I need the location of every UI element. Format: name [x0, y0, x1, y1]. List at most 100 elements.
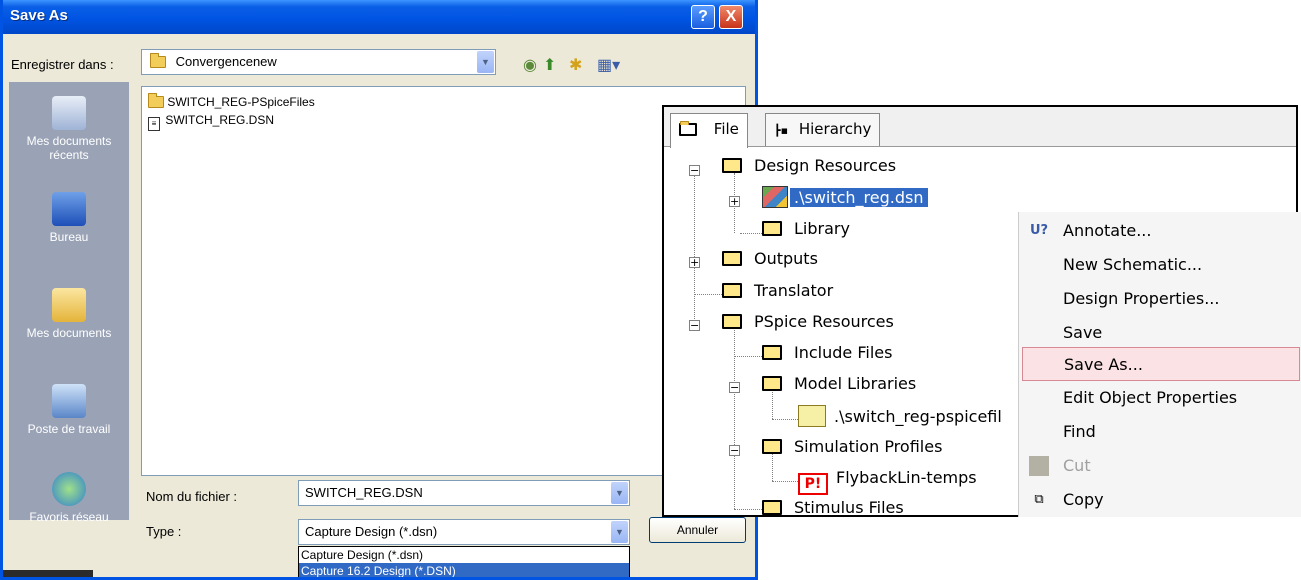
menu-item-label: Copy: [1063, 490, 1104, 509]
save-in-value: Convergencenew: [175, 54, 277, 69]
save-in-label: Enregistrer dans :: [11, 57, 114, 72]
type-value: Capture Design (*.dsn): [305, 524, 438, 539]
menu-item-design-properties[interactable]: Design Properties...: [1019, 282, 1301, 316]
chevron-down-icon[interactable]: ▼: [611, 482, 628, 504]
node-label: Outputs: [754, 249, 818, 268]
tree-node-stimulus-files[interactable]: Stimulus Files: [762, 497, 904, 517]
menu-item-label: Save: [1063, 323, 1103, 342]
up-folder-icon[interactable]: ⬆: [543, 55, 556, 75]
context-menu: U? Annotate... New Schematic... Design P…: [1018, 212, 1301, 517]
type-option[interactable]: Capture Design (*.dsn): [299, 547, 629, 563]
list-item[interactable]: SWITCH_REG-PSpiceFiles: [148, 93, 315, 109]
collapse-icon[interactable]: −: [729, 445, 740, 456]
tree-line: [694, 173, 695, 325]
tree-node-library[interactable]: Library: [762, 218, 850, 240]
place-label: Mes documents: [26, 326, 112, 340]
copy-icon: ⧉: [1034, 492, 1044, 507]
hierarchy-icon: ┣▪: [774, 124, 789, 137]
collapse-icon[interactable]: −: [689, 165, 700, 176]
node-label: Include Files: [794, 343, 893, 362]
tree-node-sim-profile[interactable]: P! FlybackLin-temps: [798, 467, 977, 495]
expand-icon[interactable]: +: [729, 196, 740, 207]
view-menu-icon[interactable]: ▦▾: [597, 55, 620, 75]
menu-item-label: Edit Object Properties: [1063, 388, 1238, 407]
menu-item-new-schematic[interactable]: New Schematic...: [1019, 248, 1301, 282]
save-in-dropdown[interactable]: Convergencenew ▼: [141, 49, 496, 75]
tree-node-design-file[interactable]: .\switch_reg.dsn: [762, 186, 928, 209]
place-label-line2: récents: [49, 148, 89, 162]
expand-icon[interactable]: +: [689, 257, 700, 268]
tree-line: [734, 327, 735, 509]
node-label: Library: [794, 219, 850, 238]
folder-icon: [722, 283, 742, 298]
folder-icon: [762, 221, 782, 236]
chevron-down-icon[interactable]: ▼: [477, 51, 494, 73]
menu-item-edit-object-properties[interactable]: Edit Object Properties: [1019, 381, 1301, 415]
place-label: Favoris réseau: [29, 510, 109, 524]
place-recent-documents[interactable]: Mes documents récents: [9, 96, 129, 162]
filename-input[interactable]: SWITCH_REG.DSN ▼: [298, 480, 630, 506]
menu-item-annotate[interactable]: U? Annotate...: [1019, 214, 1301, 248]
tree-line: [734, 509, 762, 510]
help-button[interactable]: ?: [691, 5, 715, 29]
menu-item-label: Save As...: [1064, 355, 1143, 374]
tree-node-simulation-profiles[interactable]: Simulation Profiles: [762, 436, 942, 458]
place-my-computer[interactable]: Poste de travail: [9, 384, 129, 436]
place-label: Bureau: [49, 230, 89, 244]
dialog-titlebar[interactable]: Save As ? X: [3, 0, 755, 34]
tab-file[interactable]: File: [670, 113, 748, 148]
node-label: Stimulus Files: [794, 498, 904, 517]
menu-item-label: New Schematic...: [1063, 255, 1203, 274]
menu-item-copy[interactable]: ⧉ Copy: [1019, 483, 1301, 517]
cancel-button[interactable]: Annuler: [649, 517, 746, 543]
place-network[interactable]: Favoris réseau: [9, 472, 129, 524]
tree-node-include-files[interactable]: Include Files: [762, 342, 892, 364]
list-item[interactable]: ≡ SWITCH_REG.DSN: [148, 113, 274, 131]
new-folder-icon[interactable]: ✱: [569, 55, 582, 75]
menu-item-save[interactable]: Save: [1019, 316, 1301, 350]
node-label: Translator: [754, 281, 834, 300]
menu-item-find[interactable]: Find: [1019, 415, 1301, 449]
file-name: SWITCH_REG.DSN: [165, 113, 275, 127]
type-dropdown[interactable]: Capture Design (*.dsn) ▼: [298, 519, 630, 545]
tree-node-translator[interactable]: Translator: [722, 280, 833, 302]
close-button[interactable]: X: [719, 5, 743, 29]
type-option-selected[interactable]: Capture 16.2 Design (*.DSN): [299, 563, 629, 577]
tree-line: [694, 294, 722, 295]
type-options-list[interactable]: Capture Design (*.dsn) Capture 16.2 Desi…: [298, 546, 630, 577]
folder-icon: [762, 376, 782, 391]
tree-node-model-libraries[interactable]: Model Libraries: [762, 373, 916, 395]
recent-documents-icon: [52, 96, 86, 130]
collapse-icon[interactable]: −: [689, 320, 700, 331]
tree-line: [772, 419, 798, 420]
tab-hierarchy[interactable]: ┣▪ Hierarchy: [765, 113, 881, 146]
collapse-icon[interactable]: −: [729, 382, 740, 393]
tab-bar: File ┣▪ Hierarchy: [664, 107, 1296, 148]
place-desktop[interactable]: Bureau: [9, 192, 129, 244]
place-my-documents[interactable]: Mes documents: [9, 288, 129, 340]
tab-label: Hierarchy: [798, 120, 872, 138]
desktop-icon: [52, 192, 86, 226]
filename-value: SWITCH_REG.DSN: [305, 485, 423, 500]
folder-icon: [148, 93, 164, 108]
network-icon: [52, 472, 86, 506]
back-icon[interactable]: ◉: [523, 55, 537, 75]
menu-item-label: Annotate...: [1063, 221, 1152, 240]
tree-node-outputs[interactable]: Outputs: [722, 248, 818, 270]
tree-node-pspice-resources[interactable]: PSpice Resources: [722, 311, 894, 333]
annotate-icon: U?: [1029, 223, 1049, 238]
node-label: PSpice Resources: [754, 312, 894, 331]
places-bar: Mes documents récents Bureau Mes documen…: [9, 82, 129, 524]
library-file-icon: [798, 405, 826, 427]
chevron-down-icon[interactable]: ▼: [611, 521, 628, 543]
node-label: .\switch_reg.dsn: [790, 188, 928, 207]
menu-item-label: Find: [1063, 422, 1096, 441]
my-computer-icon: [52, 384, 86, 418]
node-label: FlybackLin-temps: [836, 468, 977, 487]
menu-item-save-as[interactable]: Save As...: [1022, 347, 1300, 381]
my-documents-icon: [52, 288, 86, 322]
tree-node-model-lib-file[interactable]: .\switch_reg-pspicefil: [798, 405, 1002, 428]
tree-node-design-resources[interactable]: Design Resources: [722, 155, 896, 177]
menu-item-cut: Cut: [1019, 449, 1301, 483]
file-list[interactable]: SWITCH_REG-PSpiceFiles ≡ SWITCH_REG.DSN: [141, 86, 746, 476]
